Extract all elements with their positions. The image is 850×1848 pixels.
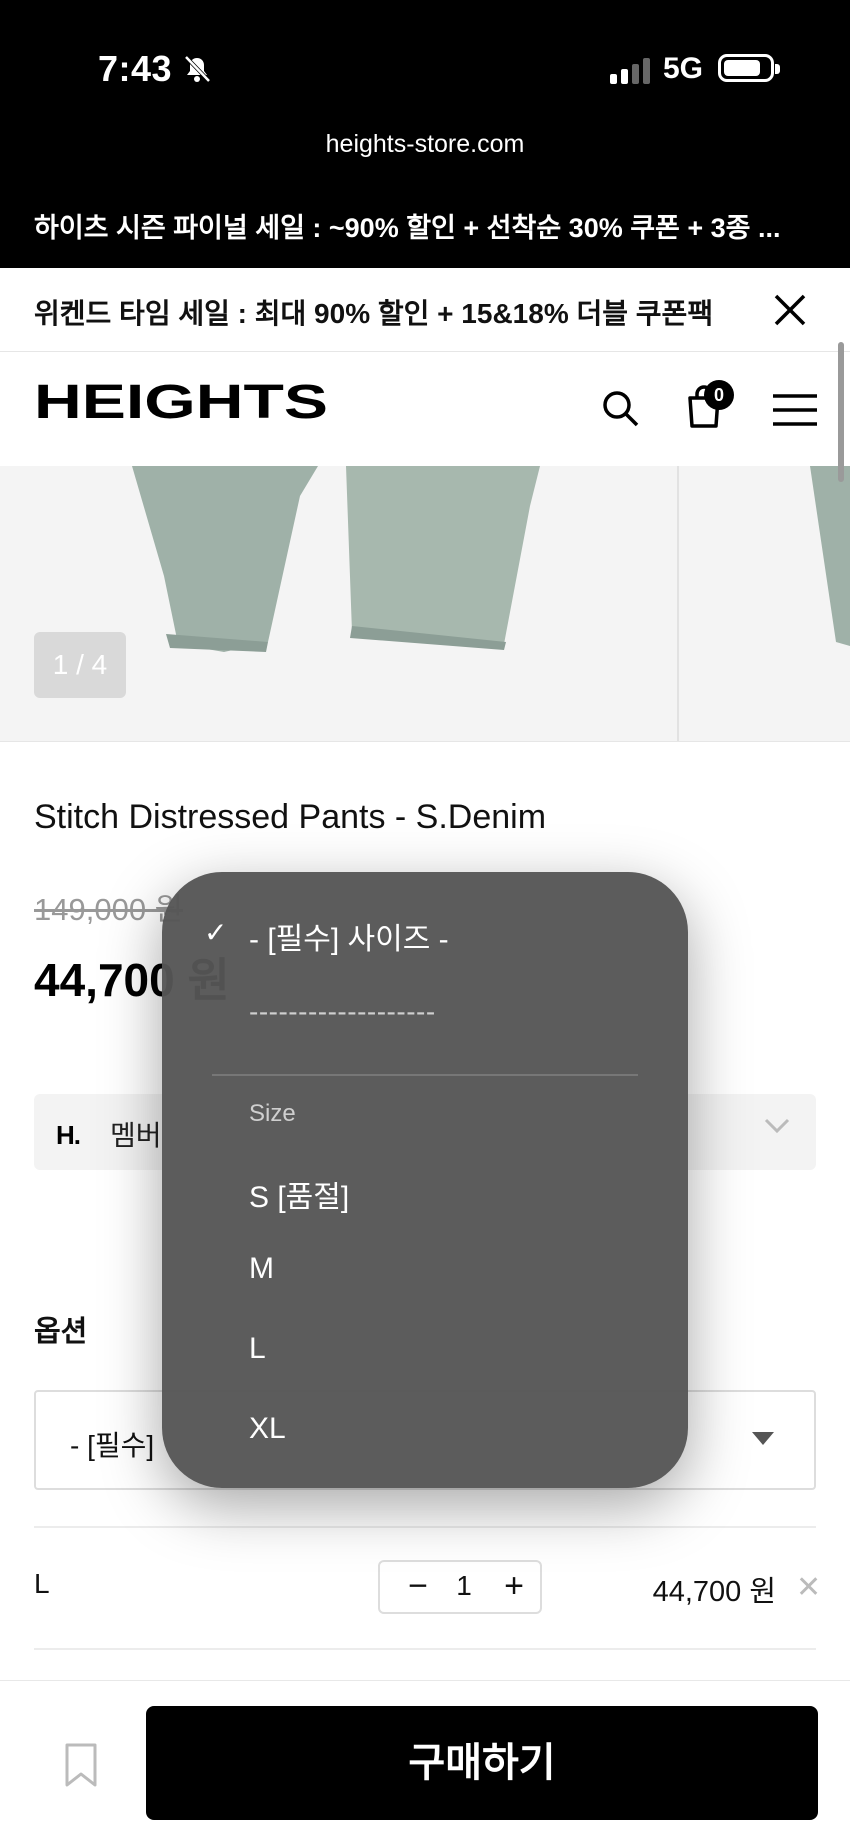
line-price: 44,700 원 — [652, 1576, 776, 1608]
product-image-gallery[interactable] — [0, 466, 850, 742]
options-label: 옵션 — [34, 1316, 88, 1348]
divider — [34, 1648, 816, 1650]
bell-muted-icon — [184, 55, 211, 83]
network-type: 5G — [663, 52, 704, 85]
divider — [34, 1526, 816, 1528]
browser-url[interactable]: heights-store.com — [0, 130, 850, 159]
bookmark-icon[interactable] — [64, 1742, 98, 1788]
menu-option-required-size[interactable]: - [필수] 사이즈 - — [249, 914, 449, 958]
scrollbar[interactable] — [838, 342, 844, 482]
product-title: Stitch Distressed Pants - S.Denim — [34, 798, 547, 836]
promo-banner[interactable]: 하이츠 시즌 파이널 세일 : ~90% 할인 + 선착순 30% 쿠폰 + 3… — [34, 206, 824, 245]
menu-option-m[interactable]: M — [249, 1252, 274, 1286]
select-caret-icon — [752, 1432, 774, 1445]
gallery-divider — [677, 466, 679, 741]
selected-size: L — [34, 1568, 50, 1599]
gallery-counter: 1 / 4 — [34, 632, 126, 698]
product-image — [132, 466, 850, 652]
size-select-value: - [필수] — [70, 1430, 155, 1461]
member-logo: H. — [56, 1120, 81, 1150]
chevron-down-icon[interactable] — [764, 1118, 790, 1134]
cart-count-badge: 0 — [704, 380, 734, 410]
checkmark-icon: ✓ — [204, 917, 228, 948]
cellular-signal-icon — [610, 56, 650, 84]
buy-button[interactable]: 구매하기 — [146, 1706, 818, 1820]
status-time: 7:43 — [98, 48, 173, 89]
menu-option-xl[interactable]: XL — [249, 1412, 286, 1446]
logo-text: HEIGHTS — [34, 380, 328, 422]
notice-bar: 위켄드 타임 세일 : 최대 90% 할인 + 15&18% 더블 쿠폰팩 — [0, 268, 850, 352]
search-icon[interactable] — [600, 388, 640, 428]
close-icon[interactable] — [770, 290, 810, 330]
menu-option-l[interactable]: L — [249, 1332, 266, 1366]
quantity-value[interactable]: 1 — [440, 1570, 488, 1602]
notice-text[interactable]: 위켄드 타임 세일 : 최대 90% 할인 + 15&18% 더블 쿠폰팩 — [34, 292, 713, 332]
menu-group-header: Size — [249, 1100, 296, 1127]
menu-option-s[interactable]: S [품절] — [249, 1172, 349, 1216]
hamburger-menu-icon[interactable] — [773, 392, 817, 428]
member-text: 멤버 — [110, 1120, 162, 1151]
original-price: 149,000 원 — [34, 892, 184, 927]
menu-separator — [212, 1074, 638, 1076]
remove-item-icon[interactable]: ✕ — [796, 1570, 821, 1605]
minus-icon[interactable]: − — [398, 1566, 438, 1606]
menu-option-divider-text[interactable]: ------------------- — [249, 996, 436, 1028]
status-and-url-area: 7:43 5G heights-store.com 하이츠 시즌 파이널 세일 … — [0, 0, 850, 268]
plus-icon[interactable]: + — [494, 1566, 534, 1606]
heights-logo[interactable]: HEIGHTS — [34, 380, 328, 422]
battery-icon — [718, 54, 780, 82]
size-options-menu — [162, 872, 688, 1488]
